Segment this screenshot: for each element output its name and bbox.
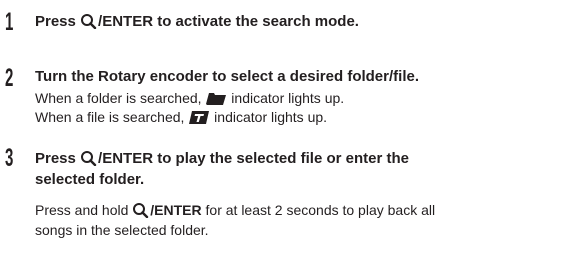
body-text: When a folder is searched, [35,90,206,106]
body-line: When a file is searched, indicator light… [35,108,327,127]
heading-text: Turn the [35,68,99,85]
body-line: When a folder is searched, indicator lig… [35,89,344,108]
step-number: 1 [5,8,14,36]
body-text: for at least 2 seconds to play back all [201,202,436,218]
body-line: Press and hold /ENTER for at least 2 sec… [35,201,435,220]
body-text: Press and hold [35,202,129,218]
step-heading: Press /ENTER to play the selected file o… [35,148,555,169]
search-icon [81,14,97,29]
step-heading: Press /ENTER to activate the search mode… [35,11,555,32]
heading-text: to play the selected file or enter the [153,150,409,167]
body-line: songs in the selected folder. [35,222,209,238]
heading-text: Rotary encoder [98,68,209,85]
body-text: indicator lights up. [210,109,328,125]
heading-text: to select a desired folder/file. [208,68,419,85]
heading-text: to activate the search mode. [153,13,359,30]
heading-text: Press [35,13,76,30]
folder-icon [206,93,227,105]
key-label: /ENTER [98,150,154,167]
step-number: 3 [5,144,14,172]
body-text: When a file is searched, [35,109,189,125]
key-label: /ENTER [150,202,202,218]
key-label: /ENTER [98,13,154,30]
file-indicator-icon [189,111,210,124]
step-heading: Turn the Rotary encoder to select a desi… [35,66,555,87]
search-icon [81,151,97,166]
step-heading-continued: selected folder. [35,171,145,188]
heading-text: Press [35,150,76,167]
search-icon [133,203,149,218]
step-number: 2 [5,64,14,92]
body-text: indicator lights up. [227,90,345,106]
